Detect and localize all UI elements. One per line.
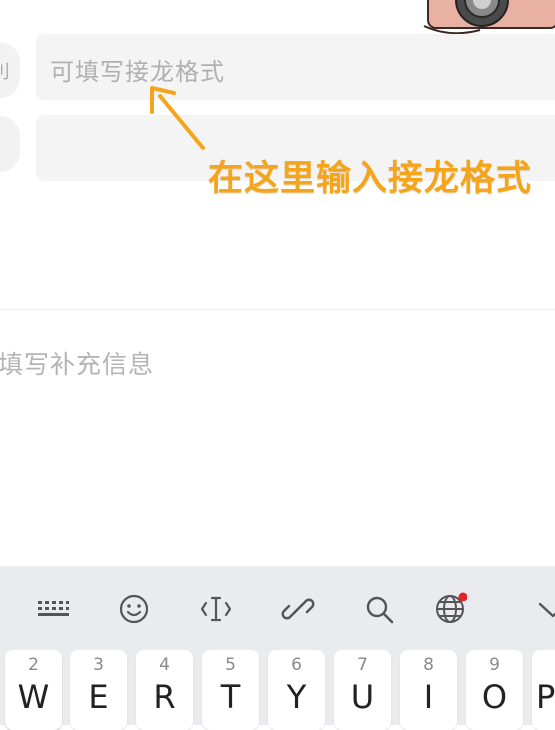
chevron-down-icon[interactable]: [536, 592, 555, 626]
key-letter: R: [153, 678, 176, 716]
key-letter: W: [17, 678, 50, 716]
key-num: 7: [357, 655, 368, 675]
search-icon[interactable]: [362, 592, 396, 626]
key-letter: T: [220, 678, 241, 716]
key-r[interactable]: 4 R: [136, 650, 193, 730]
key-p[interactable]: P: [532, 650, 555, 730]
keyboard-grid-icon[interactable]: [36, 592, 70, 626]
link-icon[interactable]: [281, 592, 315, 626]
key-num: 5: [225, 655, 236, 675]
key-num: 3: [93, 655, 104, 675]
key-y[interactable]: 6 Y: [268, 650, 325, 730]
key-w[interactable]: 2 W: [5, 650, 62, 730]
keyboard-keys: 2 W 3 E 4 R 5 T 6 Y 7 U 8 I 9 O P: [0, 640, 555, 730]
key-u[interactable]: 7 U: [334, 650, 391, 730]
key-letter: O: [481, 678, 508, 716]
key-num: 6: [291, 655, 302, 675]
extra-info-input[interactable]: 填写补充信息: [0, 345, 154, 381]
key-letter: P: [536, 678, 555, 716]
key-num: 9: [489, 655, 500, 675]
emoji-icon[interactable]: [117, 592, 151, 626]
section-divider: [0, 309, 555, 310]
key-letter: Y: [286, 678, 307, 716]
key-letter: I: [423, 678, 434, 716]
key-letter: E: [88, 678, 109, 716]
key-num: 8: [423, 655, 434, 675]
globe-icon[interactable]: [433, 592, 467, 626]
key-num: 4: [159, 655, 170, 675]
annotation-label: 在这里输入接龙格式: [208, 159, 533, 199]
text-cursor-icon[interactable]: [199, 592, 233, 626]
keyboard-toolbar: [0, 566, 555, 650]
key-num: 2: [28, 655, 39, 675]
key-e[interactable]: 3 E: [70, 650, 127, 730]
key-o[interactable]: 9 O: [466, 650, 523, 730]
key-letter: U: [350, 678, 375, 716]
key-t[interactable]: 5 T: [202, 650, 259, 730]
key-i[interactable]: 8 I: [400, 650, 457, 730]
